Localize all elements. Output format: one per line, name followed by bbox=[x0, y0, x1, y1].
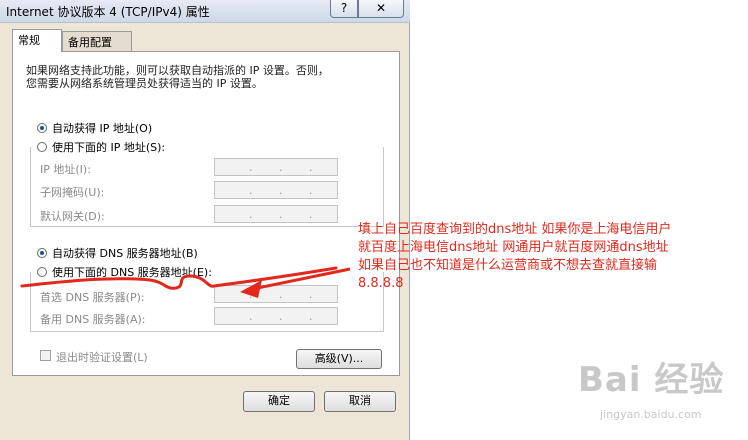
baidu-jingyan-watermark: Bai 经验 bbox=[578, 360, 725, 400]
default-gateway-input[interactable]: ... bbox=[214, 205, 338, 223]
help-icon: ? bbox=[340, 1, 348, 15]
close-button[interactable]: ✕ bbox=[358, 0, 404, 18]
ip-address-input[interactable]: ... bbox=[214, 158, 338, 176]
annotation-line-3: 如果自己也不知道是什么运营商或不想去查就直接输 bbox=[358, 258, 658, 273]
alternate-dns-label: 备用 DNS 服务器(A): bbox=[40, 313, 146, 326]
window-title: Internet 协议版本 4 (TCP/IPv4) 属性 bbox=[6, 5, 210, 19]
description-line-1: 如果网络支持此功能，则可以获取自动指派的 IP 设置。否则， bbox=[26, 64, 329, 77]
subnet-mask-label: 子网掩码(U): bbox=[40, 186, 105, 199]
tab-general[interactable]: 常规 bbox=[12, 29, 62, 52]
subnet-mask-input[interactable]: ... bbox=[214, 181, 338, 199]
manual-ip-label[interactable]: 使用下面的 IP 地址(S): bbox=[52, 139, 168, 155]
title-bar[interactable]: Internet 协议版本 4 (TCP/IPv4) 属性 ? ✕ bbox=[0, 0, 410, 23]
validate-on-exit-label[interactable]: 退出时验证设置(L) bbox=[56, 349, 148, 365]
auto-dns-label[interactable]: 自动获得 DNS 服务器地址(B) bbox=[52, 245, 198, 261]
auto-ip-label[interactable]: 自动获得 IP 地址(O) bbox=[52, 120, 152, 136]
ok-button[interactable]: 确定 bbox=[243, 391, 315, 412]
annotation-line-4: 8.8.8.8 bbox=[358, 276, 404, 291]
validate-on-exit-checkbox[interactable] bbox=[40, 350, 51, 361]
manual-ip-radio[interactable] bbox=[37, 142, 47, 152]
tab-alternate-config[interactable]: 备用配置 bbox=[62, 31, 132, 51]
preferred-dns-label: 首选 DNS 服务器(P): bbox=[40, 291, 145, 304]
help-button[interactable]: ? bbox=[330, 0, 358, 18]
advanced-button[interactable]: 高级(V)... bbox=[296, 349, 382, 369]
auto-ip-radio[interactable] bbox=[37, 123, 47, 133]
annotation-line-2: 就百度上海电信dns地址 网通用户就百度网通dns地址 bbox=[358, 240, 669, 255]
annotation-line-1: 填上自己百度查询到的dns地址 如果你是上海电信用户 bbox=[358, 222, 672, 237]
description-text: 如果网络支持此功能，则可以获取自动指派的 IP 设置。否则， 您需要从网络系统管… bbox=[26, 64, 386, 90]
manual-dns-label[interactable]: 使用下面的 DNS 服务器地址(E): bbox=[52, 264, 214, 280]
description-line-2: 您需要从网络系统管理员处获得适当的 IP 设置。 bbox=[26, 77, 263, 90]
close-icon: ✕ bbox=[375, 1, 387, 15]
watermark-url: jingyan.baidu.com bbox=[600, 408, 702, 421]
annotation-text: 填上自己百度查询到的dns地址 如果你是上海电信用户 就百度上海电信dns地址 … bbox=[358, 221, 744, 293]
ip-address-label: IP 地址(I): bbox=[40, 163, 91, 176]
default-gateway-label: 默认网关(D): bbox=[40, 210, 105, 223]
auto-dns-radio[interactable] bbox=[37, 248, 47, 258]
preferred-dns-input[interactable]: ... bbox=[214, 285, 338, 303]
manual-dns-radio[interactable] bbox=[37, 267, 47, 277]
cancel-button[interactable]: 取消 bbox=[324, 391, 396, 412]
alternate-dns-input[interactable]: ... bbox=[214, 307, 338, 325]
tcpip-properties-dialog: Internet 协议版本 4 (TCP/IPv4) 属性 ? ✕ 常规 备用配… bbox=[0, 0, 410, 440]
